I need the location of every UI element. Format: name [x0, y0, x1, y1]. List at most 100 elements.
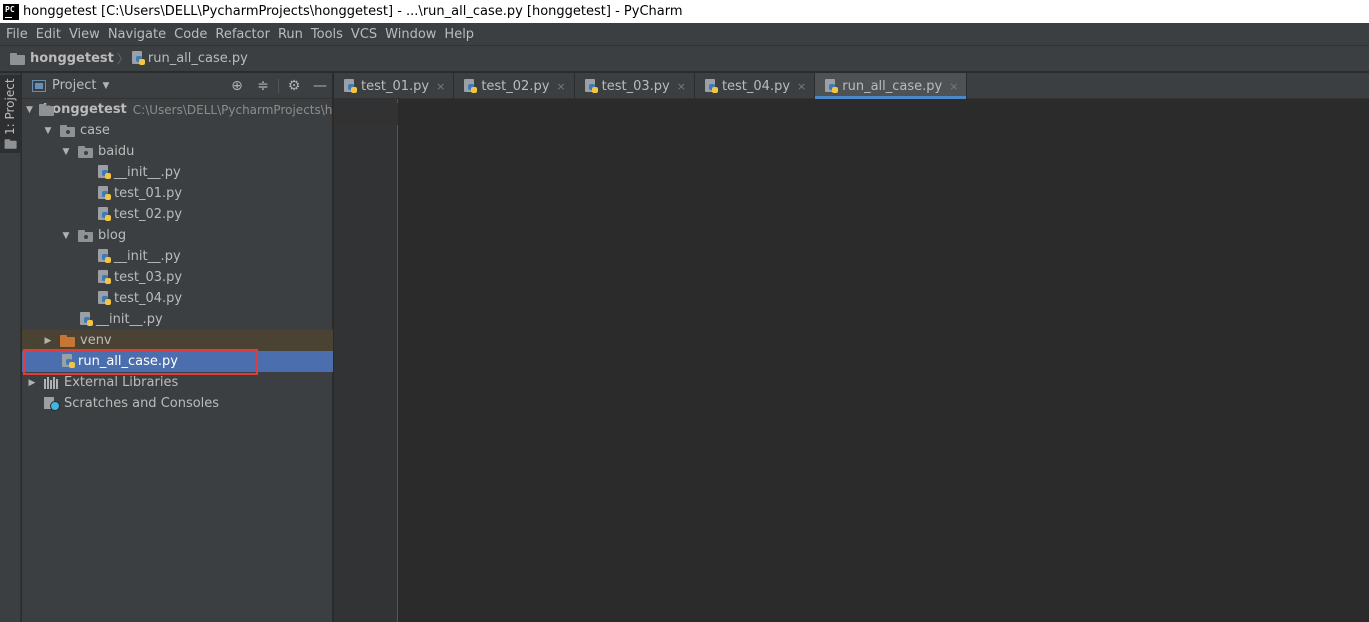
pycharm-logo-icon: PC	[3, 3, 19, 20]
menu-run[interactable]: Run	[274, 27, 307, 42]
python-file-icon	[98, 186, 112, 201]
project-tool-tab[interactable]: 1: Project	[0, 75, 21, 153]
breadcrumb-separator-icon: 〉	[116, 52, 129, 66]
menu-navigate[interactable]: Navigate	[104, 27, 170, 42]
menu-help[interactable]: Help	[440, 27, 478, 42]
expanded-arrow-icon[interactable]: ▼	[60, 146, 72, 158]
project-view-icon	[32, 79, 46, 92]
toolbar-divider	[278, 79, 279, 93]
python-file-icon	[584, 78, 599, 94]
project-panel-header: Project ▼ ⊕ ≑ ⚙ —	[22, 73, 333, 99]
tree-item-label: test_01.py	[114, 186, 183, 201]
menu-edit[interactable]: Edit	[32, 27, 65, 42]
tree-item-file[interactable]: __init__.py	[22, 246, 333, 267]
code-editor[interactable]	[334, 99, 1369, 622]
menu-window[interactable]: Window	[381, 27, 440, 42]
tree-item-file[interactable]: test_01.py	[22, 183, 333, 204]
collapsed-arrow-icon[interactable]: ▶	[42, 335, 54, 347]
project-view-label: Project	[52, 78, 97, 93]
scratches-icon	[44, 396, 60, 411]
tree-item-path: C:\Users\DELL\PycharmProjects\honggetest	[132, 102, 333, 117]
window-title: honggetest [C:\Users\DELL\PycharmProject…	[23, 4, 683, 19]
close-icon[interactable]: ×	[436, 80, 445, 93]
locate-file-icon[interactable]: ⊕	[224, 73, 250, 99]
close-icon[interactable]: ×	[949, 80, 958, 93]
tree-item-label: blog	[98, 228, 127, 243]
caret-line	[334, 103, 398, 125]
tree-item-label: External Libraries	[64, 375, 179, 390]
tree-item-label: case	[80, 123, 110, 138]
expanded-arrow-icon[interactable]: ▼	[60, 230, 72, 242]
python-file-icon	[825, 78, 839, 94]
collapse-all-icon[interactable]: ≑	[250, 73, 276, 99]
menu-refactor[interactable]: Refactor	[211, 27, 274, 42]
python-file-icon	[62, 354, 76, 369]
tree-item-run-all-case[interactable]: run_all_case.py	[22, 351, 333, 372]
folder-icon	[4, 139, 18, 149]
tree-item-venv[interactable]: ▶ venv	[22, 330, 333, 351]
tree-item-scratches[interactable]: Scratches and Consoles	[22, 393, 333, 414]
breadcrumb-file-label: run_all_case.py	[147, 51, 248, 66]
tree-item-case[interactable]: ▼ case	[22, 120, 333, 141]
menu-bar: File Edit View Navigate Code Refactor Ru…	[0, 23, 1369, 45]
tab-test-03[interactable]: test_03.py ×	[575, 73, 695, 99]
menu-vcs[interactable]: VCS	[347, 27, 381, 42]
close-icon[interactable]: ×	[556, 80, 565, 93]
tree-item-file[interactable]: test_04.py	[22, 288, 333, 309]
project-view-dropdown[interactable]: Project ▼	[32, 78, 109, 93]
menu-view[interactable]: View	[65, 27, 104, 42]
tab-test-02[interactable]: test_02.py ×	[454, 73, 575, 99]
tree-item-label: honggetest	[42, 102, 127, 117]
tree-item-label: run_all_case.py	[78, 354, 178, 369]
tab-test-04[interactable]: test_04.py ×	[695, 73, 816, 99]
tree-item-label: test_03.py	[114, 270, 183, 285]
menu-file[interactable]: File	[2, 27, 32, 42]
tab-run-all-case[interactable]: run_all_case.py ×	[815, 73, 968, 99]
tree-item-file[interactable]: __init__.py	[22, 309, 333, 330]
collapsed-arrow-icon[interactable]: ▶	[26, 377, 38, 389]
folder-icon	[10, 52, 26, 65]
gear-icon[interactable]: ⚙	[281, 73, 307, 99]
tree-item-file[interactable]: __init__.py	[22, 162, 333, 183]
project-tool-tab-label: 1: Project	[3, 78, 17, 135]
minimize-icon[interactable]: —	[307, 73, 333, 99]
left-tool-strip: 1: Project	[0, 73, 21, 622]
menu-code[interactable]: Code	[170, 27, 211, 42]
python-file-icon	[98, 270, 112, 285]
tree-item-label: Scratches and Consoles	[64, 396, 220, 411]
tab-label: run_all_case.py	[842, 78, 943, 94]
tree-item-file[interactable]: test_03.py	[22, 267, 333, 288]
breadcrumb-project[interactable]: honggetest	[10, 51, 114, 66]
tree-item-label: __init__.py	[114, 165, 181, 180]
tree-item-file[interactable]: test_02.py	[22, 204, 333, 225]
tree-item-external-libraries[interactable]: ▶ External Libraries	[22, 372, 333, 393]
tree-item-blog[interactable]: ▼ blog	[22, 225, 333, 246]
python-file-icon	[344, 78, 358, 94]
python-file-icon	[98, 291, 112, 306]
tree-item-label: test_04.py	[114, 291, 183, 306]
window-title-bar: PC honggetest [C:\Users\DELL\PycharmProj…	[0, 0, 1369, 23]
close-icon[interactable]: ×	[677, 80, 686, 93]
tree-item-label: baidu	[98, 144, 135, 159]
breadcrumb-file[interactable]: run_all_case.py	[131, 51, 248, 66]
libraries-icon	[44, 376, 60, 389]
expanded-arrow-icon[interactable]: ▼	[26, 104, 33, 116]
chevron-down-icon: ▼	[102, 80, 110, 91]
python-file-icon	[704, 78, 719, 94]
tree-item-baidu[interactable]: ▼ baidu	[22, 141, 333, 162]
tree-item-label: test_02.py	[114, 207, 183, 222]
tab-label: test_03.py	[601, 78, 670, 94]
tree-item-label: __init__.py	[114, 249, 181, 264]
package-folder-icon	[78, 145, 94, 158]
tab-test-01[interactable]: test_01.py ×	[334, 73, 455, 99]
python-file-icon	[464, 78, 478, 94]
excluded-folder-icon	[60, 334, 76, 347]
project-panel: Project ▼ ⊕ ≑ ⚙ — ▼ honggetest C:\Users\…	[22, 73, 333, 622]
expanded-arrow-icon[interactable]: ▼	[42, 125, 54, 137]
tree-item-honggetest[interactable]: ▼ honggetest C:\Users\DELL\PycharmProjec…	[22, 99, 333, 120]
menu-tools[interactable]: Tools	[307, 27, 347, 42]
tab-label: test_02.py	[481, 78, 550, 94]
close-icon[interactable]: ×	[797, 80, 806, 93]
tab-label: test_01.py	[361, 78, 430, 94]
navigation-bar: honggetest 〉 run_all_case.py	[0, 45, 1369, 72]
